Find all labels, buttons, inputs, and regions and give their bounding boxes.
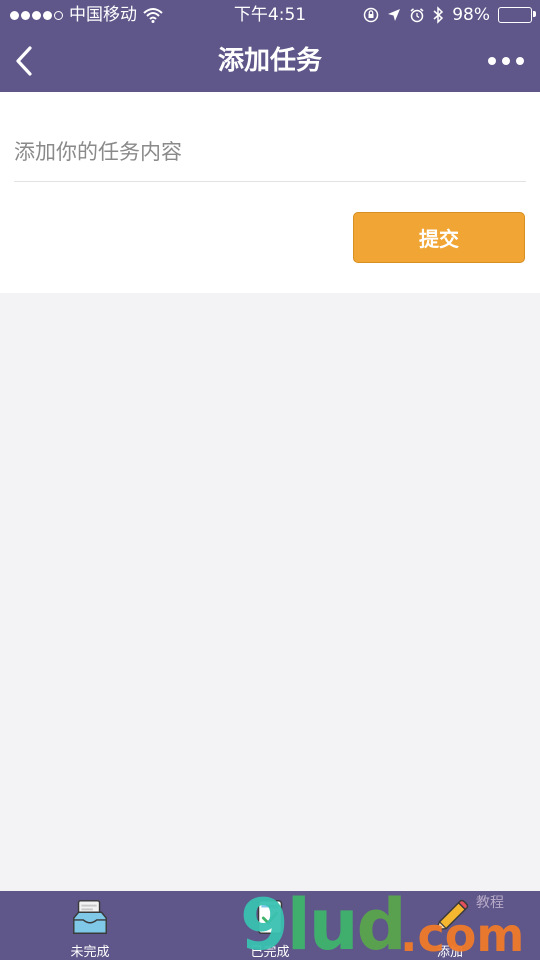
status-left: 中国移动 [10, 0, 163, 30]
status-bar: 中国移动 下午4:51 98% [0, 0, 540, 30]
alarm-icon [410, 8, 424, 23]
more-dots-icon [502, 57, 510, 65]
nav-bar: 添加任务 [0, 30, 540, 92]
pencil-icon [435, 899, 469, 931]
tab-label: 添加 [436, 945, 463, 960]
location-arrow-icon [388, 9, 401, 21]
inbox-tray-icon [73, 900, 107, 934]
more-dots-icon [516, 57, 524, 65]
tab-bar: 未完成 已完成 添加 [0, 891, 540, 960]
submit-button[interactable]: 提交 [353, 212, 525, 263]
task-form: 提交 [0, 92, 540, 293]
carrier-name: 中国移动 [69, 5, 137, 25]
tab-label: 已完成 [250, 945, 290, 960]
check-card-icon [257, 900, 283, 934]
chevron-left-icon [16, 46, 32, 76]
more-dots-icon [488, 57, 496, 65]
back-button[interactable] [10, 43, 40, 79]
bluetooth-icon [433, 6, 444, 24]
rotation-lock-icon [363, 7, 379, 23]
battery-percent: 98% [452, 5, 490, 25]
tab-completed[interactable]: 已完成 [180, 891, 360, 960]
task-input[interactable] [14, 122, 526, 182]
wifi-icon [143, 8, 163, 23]
signal-icon [10, 10, 63, 20]
tab-incomplete[interactable]: 未完成 [0, 891, 180, 960]
top-bar: 中国移动 下午4:51 98% 添加任务 [0, 0, 540, 92]
screen: 中国移动 下午4:51 98% 添加任务 添加你的任务内容 提交 未完成 已完成… [0, 0, 540, 960]
tab-label: 未完成 [70, 945, 110, 960]
tab-add[interactable]: 添加 [360, 891, 540, 960]
page-title: 添加任务 [217, 46, 322, 76]
battery-icon [498, 7, 536, 23]
more-button[interactable] [488, 50, 524, 72]
status-right: 98% [363, 0, 536, 30]
